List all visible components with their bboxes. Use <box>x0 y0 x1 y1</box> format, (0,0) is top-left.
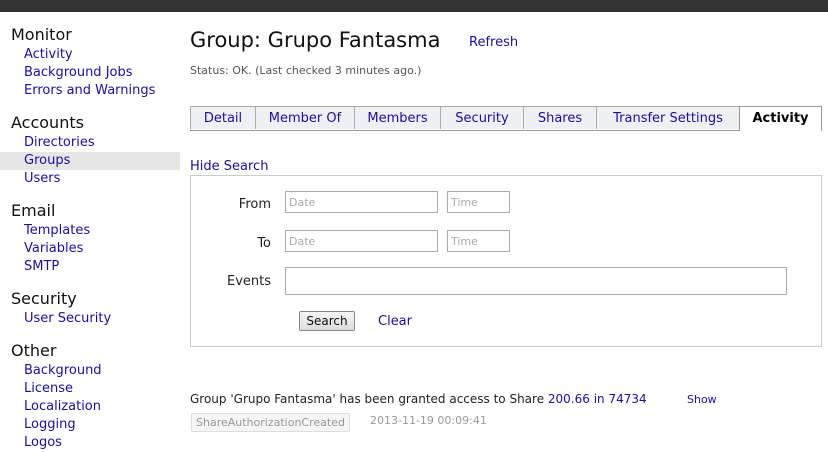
from-time-input[interactable] <box>447 191 510 213</box>
sidebar-item-user-security[interactable]: User Security <box>0 310 180 328</box>
events-input[interactable] <box>285 267 787 295</box>
sidebar-item-variables[interactable]: Variables <box>0 240 180 258</box>
sidebar-heading-email: Email <box>11 201 56 220</box>
sidebar-section-other: Other Background License Localization Lo… <box>0 340 180 452</box>
sidebar-item-background[interactable]: Background <box>0 362 180 380</box>
tab-activity[interactable]: Activity <box>739 106 822 131</box>
tab-security[interactable]: Security <box>440 106 524 129</box>
sidebar-item-license[interactable]: License <box>0 380 180 398</box>
sidebar-item-groups[interactable]: Groups <box>0 152 180 170</box>
activity-entry: Group 'Grupo Fantasma' has been granted … <box>190 392 647 406</box>
tab-detail[interactable]: Detail <box>190 106 256 129</box>
sidebar-item-smtp[interactable]: SMTP <box>0 258 180 276</box>
tab-members[interactable]: Members <box>354 106 441 129</box>
tab-shares[interactable]: Shares <box>523 106 597 129</box>
sidebar-nav: Monitor Activity Background Jobs Errors … <box>0 12 180 452</box>
events-label: Events <box>226 274 271 289</box>
hide-search-link[interactable]: Hide Search <box>190 159 268 174</box>
sidebar-item-activity[interactable]: Activity <box>0 46 180 64</box>
show-link[interactable]: Show <box>687 393 717 406</box>
sidebar-item-errors-and-warnings[interactable]: Errors and Warnings <box>0 82 180 100</box>
sidebar-item-users[interactable]: Users <box>0 170 180 188</box>
sidebar-heading-other: Other <box>11 341 57 360</box>
tab-bar: Detail Member Of Members Security Shares… <box>190 106 822 131</box>
sidebar-heading-accounts: Accounts <box>11 113 84 132</box>
sidebar-section-monitor: Monitor Activity Background Jobs Errors … <box>0 24 180 100</box>
refresh-link[interactable]: Refresh <box>469 35 518 50</box>
top-bar <box>0 0 828 12</box>
activity-timestamp: 2013-11-19 00:09:41 <box>370 414 487 427</box>
sidebar-item-directories[interactable]: Directories <box>0 134 180 152</box>
from-date-input[interactable] <box>285 191 438 213</box>
sidebar-section-accounts: Accounts Directories Groups Users <box>0 112 180 188</box>
sidebar-item-background-jobs[interactable]: Background Jobs <box>0 64 180 82</box>
tab-member-of[interactable]: Member Of <box>255 106 355 129</box>
sidebar-heading-security: Security <box>11 289 77 308</box>
sidebar-item-logos[interactable]: Logos <box>0 434 180 452</box>
activity-text: Group 'Grupo Fantasma' has been granted … <box>190 392 548 406</box>
sidebar-heading-monitor: Monitor <box>11 25 72 44</box>
to-label: To <box>257 236 271 251</box>
to-time-input[interactable] <box>447 230 510 252</box>
clear-link[interactable]: Clear <box>378 314 412 329</box>
event-type-badge: ShareAuthorizationCreated <box>191 413 350 432</box>
sidebar-item-localization[interactable]: Localization <box>0 398 180 416</box>
sidebar-item-templates[interactable]: Templates <box>0 222 180 240</box>
status-text: Status: OK. (Last checked 3 minutes ago.… <box>190 64 422 77</box>
from-label: From <box>238 197 271 212</box>
page-title: Group: Grupo Fantasma <box>190 28 441 52</box>
sidebar-section-security: Security User Security <box>0 288 180 328</box>
sidebar-section-email: Email Templates Variables SMTP <box>0 200 180 276</box>
to-date-input[interactable] <box>285 230 438 252</box>
tab-transfer-settings[interactable]: Transfer Settings <box>596 106 740 129</box>
sidebar-item-logging[interactable]: Logging <box>0 416 180 434</box>
search-button[interactable]: Search <box>299 311 355 331</box>
share-link[interactable]: 200.66 in 74734 <box>548 392 647 406</box>
